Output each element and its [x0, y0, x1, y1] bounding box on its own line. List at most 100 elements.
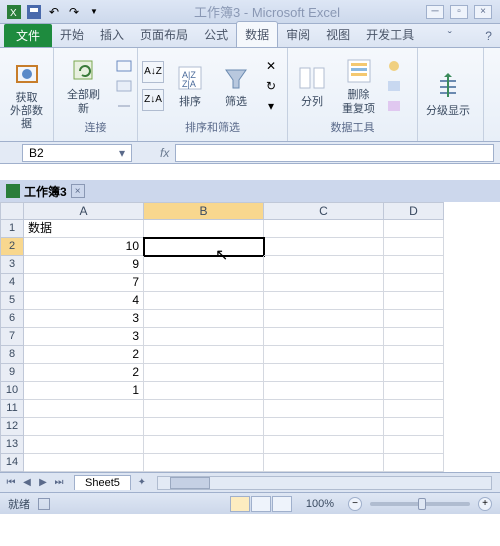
- name-box[interactable]: B2▾: [22, 144, 132, 162]
- cell-C8[interactable]: [264, 346, 384, 364]
- cell-B2[interactable]: [144, 238, 264, 256]
- tab-dev[interactable]: 开发工具: [358, 22, 422, 47]
- cell-C1[interactable]: [264, 220, 384, 238]
- remove-duplicates-button[interactable]: 删除 重复项: [338, 53, 379, 117]
- horizontal-scrollbar[interactable]: [157, 476, 492, 490]
- cell-B8[interactable]: [144, 346, 264, 364]
- col-header-B[interactable]: B: [144, 202, 264, 220]
- maximize-button[interactable]: ▫: [450, 5, 468, 19]
- cell-C9[interactable]: [264, 364, 384, 382]
- tab-view[interactable]: 视图: [318, 22, 358, 47]
- sort-asc-icon[interactable]: A↓Z: [142, 61, 164, 83]
- cell-C13[interactable]: [264, 436, 384, 454]
- tab-formula[interactable]: 公式: [196, 22, 236, 47]
- cell-D7[interactable]: [384, 328, 444, 346]
- cell-A14[interactable]: [24, 454, 144, 472]
- connections-icon[interactable]: [115, 57, 133, 75]
- normal-view-button[interactable]: [230, 496, 250, 512]
- row-header-12[interactable]: 12: [0, 418, 24, 436]
- row-header-11[interactable]: 11: [0, 400, 24, 418]
- zoom-level[interactable]: 100%: [300, 498, 340, 510]
- cell-B12[interactable]: [144, 418, 264, 436]
- cell-B13[interactable]: [144, 436, 264, 454]
- namebox-dropdown-icon[interactable]: ▾: [119, 146, 125, 160]
- row-header-13[interactable]: 13: [0, 436, 24, 454]
- row-header-14[interactable]: 14: [0, 454, 24, 472]
- page-layout-view-button[interactable]: [251, 496, 271, 512]
- minimize-ribbon-icon[interactable]: ˇ: [440, 25, 460, 47]
- cell-D4[interactable]: [384, 274, 444, 292]
- zoom-in-button[interactable]: +: [478, 497, 492, 511]
- outline-button[interactable]: 分级显示: [422, 69, 474, 120]
- row-header-6[interactable]: 6: [0, 310, 24, 328]
- file-tab[interactable]: 文件: [4, 24, 52, 47]
- cell-B11[interactable]: [144, 400, 264, 418]
- cell-C7[interactable]: [264, 328, 384, 346]
- cell-B3[interactable]: [144, 256, 264, 274]
- cell-A5[interactable]: 4: [24, 292, 144, 310]
- sheet-tab[interactable]: Sheet5: [74, 475, 131, 490]
- row-header-2[interactable]: 2: [0, 238, 24, 256]
- cell-D13[interactable]: [384, 436, 444, 454]
- cell-D14[interactable]: [384, 454, 444, 472]
- tab-data[interactable]: 数据: [236, 21, 278, 47]
- sort-desc-icon[interactable]: Z↓A: [142, 89, 164, 111]
- cell-A9[interactable]: 2: [24, 364, 144, 382]
- row-header-8[interactable]: 8: [0, 346, 24, 364]
- last-sheet-button[interactable]: ⏭: [52, 476, 66, 490]
- undo-icon[interactable]: ↶: [46, 4, 62, 20]
- cell-A10[interactable]: 1: [24, 382, 144, 400]
- minimize-button[interactable]: ─: [426, 5, 444, 19]
- row-header-4[interactable]: 4: [0, 274, 24, 292]
- cell-A8[interactable]: 2: [24, 346, 144, 364]
- cell-C14[interactable]: [264, 454, 384, 472]
- cell-D1[interactable]: [384, 220, 444, 238]
- cell-D11[interactable]: [384, 400, 444, 418]
- cell-A6[interactable]: 3: [24, 310, 144, 328]
- cell-B7[interactable]: [144, 328, 264, 346]
- cell-C12[interactable]: [264, 418, 384, 436]
- save-icon[interactable]: [26, 4, 42, 20]
- cell-C2[interactable]: [264, 238, 384, 256]
- reapply-icon[interactable]: ↻: [262, 77, 280, 95]
- cell-C4[interactable]: [264, 274, 384, 292]
- cell-D10[interactable]: [384, 382, 444, 400]
- tab-insert[interactable]: 插入: [92, 22, 132, 47]
- cell-D5[interactable]: [384, 292, 444, 310]
- cell-A7[interactable]: 3: [24, 328, 144, 346]
- cell-D9[interactable]: [384, 364, 444, 382]
- help-icon[interactable]: ?: [477, 25, 500, 47]
- col-header-A[interactable]: A: [24, 202, 144, 220]
- row-header-5[interactable]: 5: [0, 292, 24, 310]
- row-header-9[interactable]: 9: [0, 364, 24, 382]
- macro-record-icon[interactable]: [38, 498, 50, 510]
- clear-filter-icon[interactable]: ✕: [262, 57, 280, 75]
- edit-links-icon[interactable]: [115, 97, 133, 115]
- page-break-view-button[interactable]: [272, 496, 292, 512]
- select-all-corner[interactable]: [0, 202, 24, 220]
- cell-D3[interactable]: [384, 256, 444, 274]
- cell-C3[interactable]: [264, 256, 384, 274]
- qat-dropdown-icon[interactable]: ▼: [86, 4, 102, 20]
- fx-label[interactable]: fx: [154, 146, 175, 160]
- properties-icon[interactable]: [115, 77, 133, 95]
- tab-home[interactable]: 开始: [52, 22, 92, 47]
- row-header-1[interactable]: 1: [0, 220, 24, 238]
- cell-B10[interactable]: [144, 382, 264, 400]
- row-header-3[interactable]: 3: [0, 256, 24, 274]
- data-validation-icon[interactable]: [385, 57, 403, 75]
- refresh-all-button[interactable]: 全部刷新: [58, 53, 109, 117]
- cell-B1[interactable]: [144, 220, 264, 238]
- tab-review[interactable]: 审阅: [278, 22, 318, 47]
- cell-A2[interactable]: 10: [24, 238, 144, 256]
- first-sheet-button[interactable]: ⏮: [4, 476, 18, 490]
- col-header-D[interactable]: D: [384, 202, 444, 220]
- new-sheet-button[interactable]: ✦: [135, 476, 149, 490]
- workbook-close-button[interactable]: ×: [71, 184, 85, 198]
- cell-D6[interactable]: [384, 310, 444, 328]
- text-to-columns-button[interactable]: 分列: [292, 60, 332, 111]
- sort-button[interactable]: A|ZZ|A排序: [170, 60, 210, 111]
- spreadsheet-grid[interactable]: A B C D 1数据2103947546373829210111121314 …: [0, 202, 500, 472]
- cell-A4[interactable]: 7: [24, 274, 144, 292]
- col-header-C[interactable]: C: [264, 202, 384, 220]
